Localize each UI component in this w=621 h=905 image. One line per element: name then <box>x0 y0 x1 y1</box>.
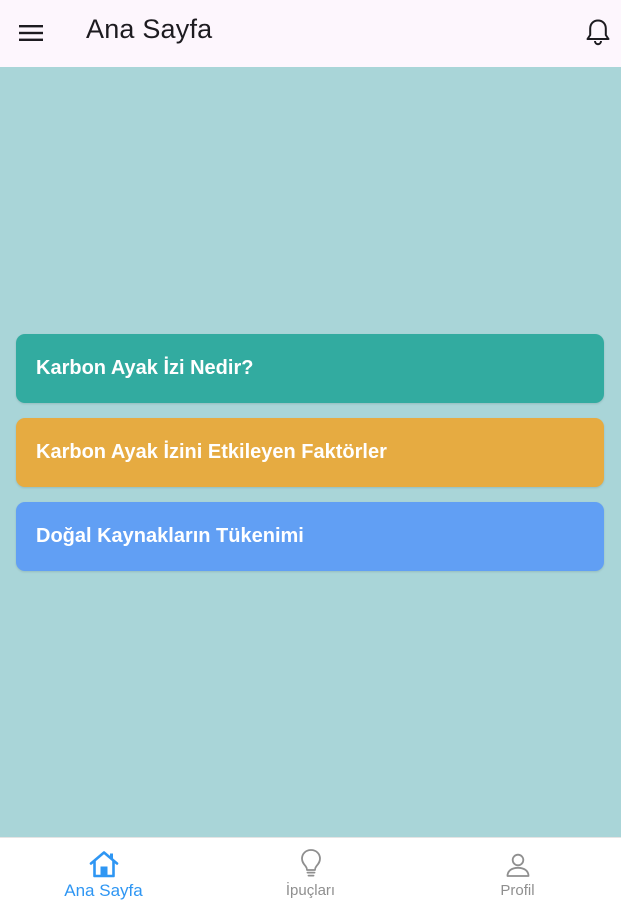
nav-item-tips[interactable]: İpuçları <box>207 838 414 905</box>
card-etkileyen-faktorler[interactable]: Karbon Ayak İzini Etkileyen Faktörler <box>16 418 604 487</box>
card-dogal-kaynaklar[interactable]: Doğal Kaynakların Tükenimi <box>16 502 604 571</box>
home-icon <box>89 851 118 878</box>
person-icon <box>506 853 529 877</box>
nav-label: İpuçları <box>285 882 336 899</box>
app-bar: Ana Sayfa <box>0 0 621 67</box>
nav-item-home[interactable]: Ana Sayfa <box>0 838 207 905</box>
main-content: Karbon Ayak İzi Nedir? Karbon Ayak İzini… <box>0 67 621 837</box>
card-label: Doğal Kaynakların Tükenimi <box>36 525 304 547</box>
notifications-button[interactable] <box>583 16 613 48</box>
menu-button[interactable] <box>16 18 46 48</box>
nav-item-profile[interactable]: Profil <box>414 838 621 905</box>
hamburger-menu-icon <box>19 25 43 41</box>
nav-label: Profil <box>500 882 535 899</box>
card-label: Karbon Ayak İzini Etkileyen Faktörler <box>36 441 387 463</box>
card-karbon-ayak-izi-nedir[interactable]: Karbon Ayak İzi Nedir? <box>16 334 604 403</box>
bottom-navigation: Ana Sayfa İpuçları Profil <box>0 837 621 905</box>
bell-icon <box>586 19 610 46</box>
lightbulb-icon <box>300 849 321 877</box>
card-label: Karbon Ayak İzi Nedir? <box>36 357 254 379</box>
nav-label: Ana Sayfa <box>64 881 143 900</box>
page-title: Ana Sayfa <box>86 14 213 44</box>
